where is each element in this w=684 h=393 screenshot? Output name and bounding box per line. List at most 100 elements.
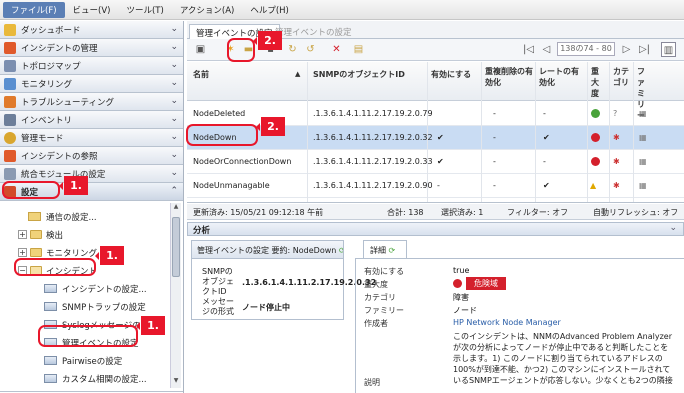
tree-item-custom-corr[interactable]: カスタム相関の設定... <box>44 371 147 386</box>
open-form-icon[interactable]: ▣ <box>193 42 208 57</box>
menu-actions[interactable]: アクション(A) <box>172 2 243 18</box>
scroll-up-icon[interactable]: ▲ <box>171 203 181 214</box>
sidebar-section-incident-browse[interactable]: インシデントの参照 ⌄ <box>0 147 183 165</box>
chevron-down-icon: ⌄ <box>170 42 178 52</box>
chevron-down-icon: ⌄ <box>170 96 178 106</box>
cell-name: NodeDeleted <box>193 109 246 118</box>
cell-rate: - <box>543 157 546 166</box>
severity-value: 危険域 <box>453 277 506 290</box>
admin-icon <box>4 131 16 144</box>
delete-icon[interactable]: ✕ <box>329 42 344 57</box>
scrollbar-thumb[interactable] <box>172 217 180 277</box>
detail-value: ノード <box>453 306 477 315</box>
summary-title: 管理イベントの設定 要約: NodeDown <box>197 246 337 255</box>
restore-icon[interactable]: ↺ <box>303 42 318 57</box>
description-line: いるSNMPエージェントが応答しない。少なくとも2つの隣接 <box>453 376 673 385</box>
chevron-down-icon: ⌄ <box>170 150 178 160</box>
sort-up-icon[interactable]: ▲ <box>295 69 300 80</box>
col-rate[interactable]: レートの有効化 <box>539 66 581 88</box>
menu-view[interactable]: ビュー(V) <box>65 2 119 18</box>
tree-item-incident-settings[interactable]: インシデントの設定... <box>44 281 147 296</box>
detail-pane: 詳細 ⟳ 有効にする true 重大度 危険域 カテゴリ 障害 ファミリー ノー… <box>355 240 684 393</box>
column-divider <box>481 62 482 202</box>
expand-icon[interactable]: + <box>18 248 27 257</box>
refresh-icon[interactable]: ↻ <box>285 42 300 57</box>
sidebar-section-topology[interactable]: トポロジマップ ⌄ <box>0 57 183 75</box>
summary-header: 管理イベントの設定 要約: NodeDown ⟳ <box>192 241 343 259</box>
critical-status-icon <box>453 279 462 288</box>
cell-dup: - <box>493 181 496 190</box>
highlight-incident <box>14 258 96 276</box>
highlight-settings <box>2 181 60 199</box>
detail-value: HP Network Node Manager <box>453 318 561 327</box>
cell-oid: .1.3.6.1.4.1.11.2.17.19.2.0.79 <box>313 109 433 118</box>
sidebar-section-monitoring[interactable]: モニタリング ⌄ <box>0 75 183 93</box>
cell-oid: .1.3.6.1.4.1.11.2.17.19.2.0.32 <box>313 133 433 142</box>
sidebar-section-dashboard[interactable]: ダッシュボード ⌄ <box>0 21 183 39</box>
tree-item-comm[interactable]: 通信の設定... <box>28 209 97 224</box>
scroll-down-icon[interactable]: ▼ <box>171 377 181 388</box>
menu-tools[interactable]: ツール(T) <box>118 2 171 18</box>
section-label: インシデントの参照 <box>21 151 98 162</box>
chevron-down-icon: ⌄ <box>170 60 178 70</box>
col-name[interactable]: 名前 <box>193 69 209 80</box>
first-page-icon[interactable]: |◁ <box>521 42 536 57</box>
chevron-down-icon[interactable]: ⌄ <box>669 223 677 233</box>
category-icon: ✱ <box>613 157 620 166</box>
sidebar-section-inventory[interactable]: インベントリ ⌄ <box>0 111 183 129</box>
tab-mgmt-event-2[interactable]: 管理イベントの設定 <box>269 24 358 39</box>
flame-icon <box>4 95 16 108</box>
detail-tab-label: 詳細 <box>370 246 386 255</box>
chart-icon[interactable]: ▥ <box>661 42 676 57</box>
highlight-open-button <box>227 38 255 62</box>
refresh-icon[interactable]: ⟳ <box>339 246 343 255</box>
refresh-icon[interactable]: ⟳ <box>389 246 396 255</box>
next-page-icon[interactable]: ▷ <box>619 42 634 57</box>
col-oid[interactable]: SNMPのオブジェクトID <box>313 69 405 80</box>
tree-item-label: 検出 <box>46 230 64 241</box>
critical-status-icon <box>591 133 600 142</box>
tab-details[interactable]: 詳細 ⟳ <box>363 240 407 258</box>
tree-item-label: カスタム相関の設定... <box>62 374 147 385</box>
analysis-header: 分析 ⌄ <box>187 222 684 236</box>
menu-help[interactable]: ヘルプ(H) <box>242 2 297 18</box>
tree-item-discovery[interactable]: + 検出 <box>18 227 63 242</box>
folder-icon <box>28 212 41 221</box>
section-label: 管理モード <box>21 133 64 144</box>
status-updated: 更新済み: 15/05/21 09:12:18 午前 <box>193 208 324 217</box>
col-dup[interactable]: 重複削除の有効化 <box>485 66 533 88</box>
expand-icon[interactable]: + <box>18 230 27 239</box>
critical-status-icon <box>591 157 600 166</box>
cell-rate: ✔ <box>543 133 550 142</box>
chevron-down-icon: ⌄ <box>170 114 178 124</box>
description-line: このインシデントは、NNMのAdvanced Problem Analyzer <box>453 332 672 341</box>
sidebar-section-troubleshooting[interactable]: トラブルシューティング ⌄ <box>0 93 183 111</box>
last-page-icon[interactable]: ▷| <box>637 42 652 57</box>
detail-key: カテゴリ <box>364 293 396 302</box>
sidebar-section-incident-mgmt[interactable]: インシデントの管理 ⌄ <box>0 39 183 57</box>
dashboard-icon <box>4 23 16 36</box>
summary-pane: 管理イベントの設定 要約: NodeDown ⟳ SNMPのオブジェクトID .… <box>191 240 376 320</box>
section-label: ダッシュボード <box>21 25 81 36</box>
report-icon[interactable]: ▤ <box>351 42 366 57</box>
sidebar-section-admin-mode[interactable]: 管理モード ⌄ <box>0 129 183 147</box>
tree-item-pairwise[interactable]: Pairwiseの設定 <box>44 353 122 368</box>
callout-step-1: 1. <box>59 176 88 195</box>
callout-step-2: 2. <box>256 117 285 136</box>
oid-label: SNMPのオブジェクトID <box>202 267 234 296</box>
column-divider <box>427 62 428 202</box>
prev-page-icon[interactable]: ◁ <box>539 42 554 57</box>
column-divider <box>609 62 610 202</box>
column-divider <box>587 62 588 202</box>
menu-file[interactable]: ファイル(F) <box>3 1 65 18</box>
tree-scrollbar[interactable]: ▲ ▼ <box>170 203 181 388</box>
col-enabled[interactable]: 有効にする <box>431 69 471 80</box>
analysis-pane: 管理イベントの設定 要約: NodeDown ⟳ SNMPのオブジェクトID .… <box>187 236 684 393</box>
tree-item-snmp-trap[interactable]: SNMPトラップの設定 <box>44 299 146 314</box>
col-severity[interactable]: 重大度 <box>591 66 605 99</box>
col-category[interactable]: カテゴリ <box>613 66 631 88</box>
tree-item-label: 通信の設定... <box>46 212 97 223</box>
severity-badge: 危険域 <box>466 277 506 290</box>
cell-dup: - <box>493 109 496 118</box>
section-label: インシデントの管理 <box>21 43 98 54</box>
